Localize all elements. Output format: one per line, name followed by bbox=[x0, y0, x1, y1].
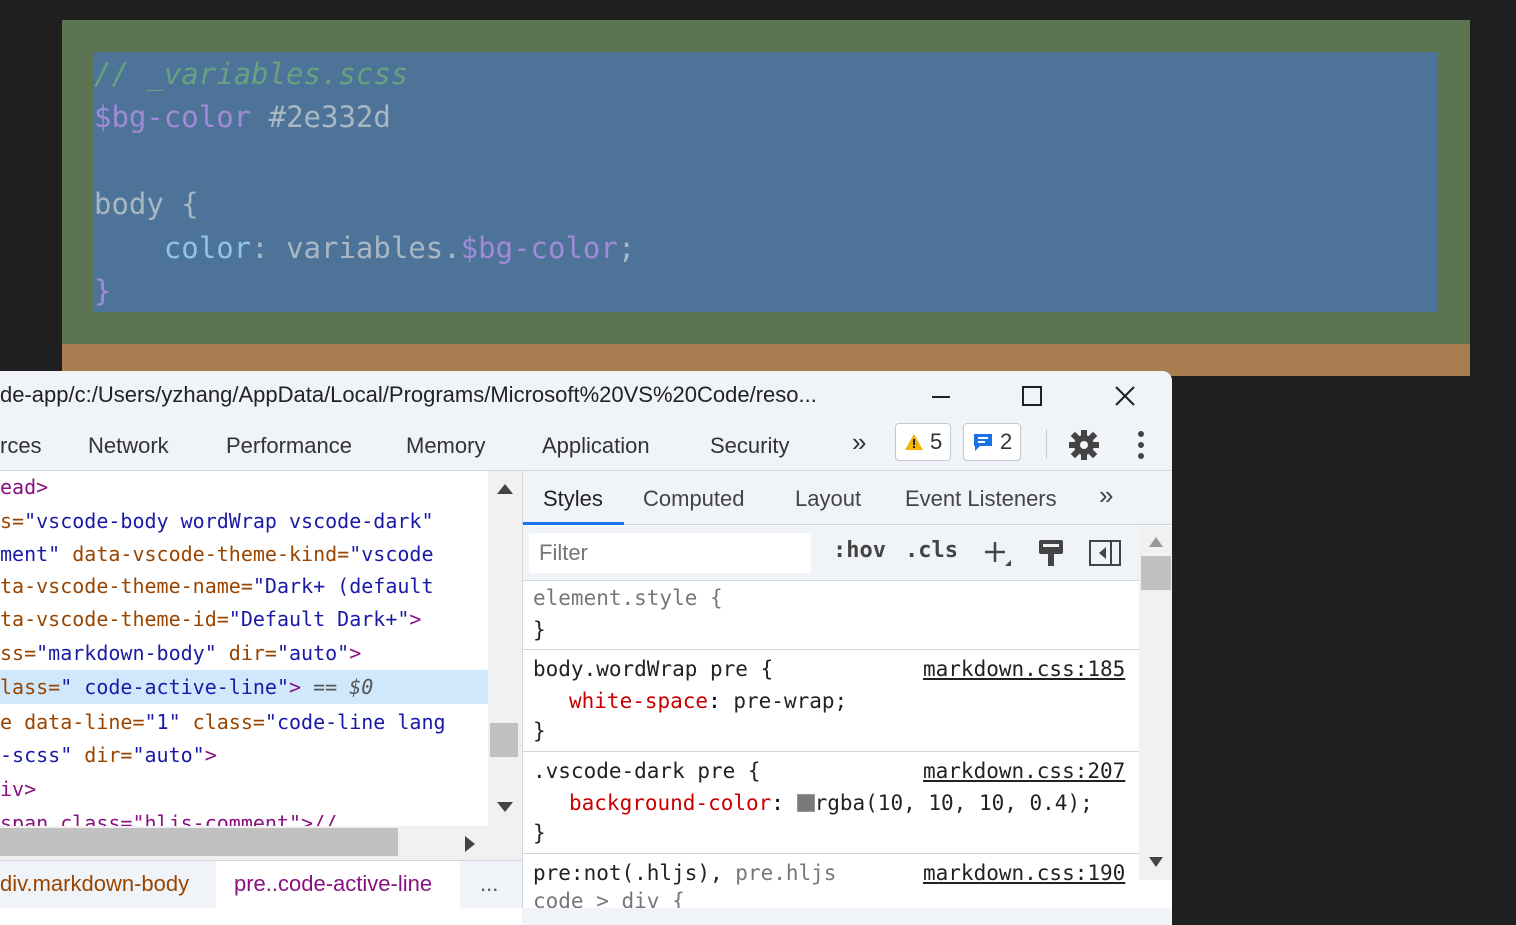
tab-memory[interactable]: Memory bbox=[406, 433, 485, 459]
dom-node-line-selected[interactable]: lass=" code-active-line"> == $0 bbox=[0, 671, 373, 704]
gear-icon bbox=[1069, 430, 1099, 460]
rule-element-style: element.style { } bbox=[523, 582, 1139, 650]
dom-node-line[interactable]: span class="hljs-comment">// bbox=[0, 807, 337, 827]
status-strip bbox=[522, 908, 1172, 925]
kebab-menu-icon bbox=[1138, 431, 1144, 459]
subtab-layout[interactable]: Layout bbox=[795, 486, 861, 512]
subtab-event-listeners[interactable]: Event Listeners bbox=[905, 486, 1057, 512]
title-bar: de-app/c:/Users/yzhang/AppData/Local/Pro… bbox=[0, 371, 1172, 421]
dom-node-line[interactable]: ta-vscode-theme-name="Dark+ (default bbox=[0, 570, 434, 603]
rule-close: } bbox=[533, 719, 546, 743]
scroll-down-icon[interactable] bbox=[496, 801, 514, 813]
scroll-corner bbox=[488, 826, 522, 860]
messages-badge[interactable]: 2 bbox=[963, 423, 1022, 461]
breadcrumb-overflow[interactable]: ... bbox=[480, 871, 498, 897]
rule-declaration[interactable]: white-space: pre-wrap; bbox=[569, 689, 847, 713]
rule-selector[interactable]: body.wordWrap pre { bbox=[533, 657, 773, 681]
more-options-button[interactable] bbox=[1126, 429, 1156, 466]
styles-subtab-bar: Styles Computed Layout Event Listeners » bbox=[523, 471, 1172, 525]
close-button[interactable] bbox=[1102, 379, 1148, 413]
breadcrumb-item-active[interactable]: pre..code-active-line bbox=[234, 871, 432, 897]
settings-button[interactable] bbox=[1068, 429, 1100, 466]
decl-semicolon: ; bbox=[617, 231, 636, 265]
devtools-window: de-app/c:/Users/yzhang/AppData/Local/Pro… bbox=[0, 371, 1172, 925]
class-toggle[interactable]: .cls bbox=[905, 538, 958, 563]
window-title: de-app/c:/Users/yzhang/AppData/Local/Pro… bbox=[0, 382, 817, 407]
styles-filter-input[interactable] bbox=[529, 533, 811, 573]
rule-declaration[interactable]: background-color: rgba(10, 10, 10, 0.4); bbox=[569, 791, 1093, 815]
scroll-thumb[interactable] bbox=[490, 723, 518, 757]
rule-close: } bbox=[533, 618, 546, 642]
styles-toolbar: :hov .cls bbox=[523, 526, 1139, 581]
tab-security[interactable]: Security bbox=[710, 433, 789, 459]
scroll-up-icon[interactable] bbox=[1148, 536, 1164, 548]
maximize-button[interactable] bbox=[1009, 379, 1055, 413]
styles-pane: Styles Computed Layout Event Listeners »… bbox=[522, 471, 1172, 925]
toggle-sidebar-icon[interactable] bbox=[1089, 540, 1121, 566]
minimize-button[interactable] bbox=[918, 379, 964, 413]
subtab-styles[interactable]: Styles bbox=[543, 486, 603, 512]
tab-sources[interactable]: rces bbox=[0, 433, 42, 459]
rule-source-link[interactable]: markdown.css:207 bbox=[923, 759, 1125, 783]
variable-name: $bg-color bbox=[94, 100, 252, 134]
dom-node-line[interactable]: ta-vscode-theme-id="Default Dark+"> bbox=[0, 603, 421, 636]
message-icon bbox=[974, 434, 992, 451]
decl-colon: : bbox=[251, 231, 269, 265]
more-subtabs-icon[interactable]: » bbox=[1099, 480, 1113, 511]
paint-brush-icon[interactable] bbox=[1037, 538, 1065, 568]
messages-count: 2 bbox=[1000, 429, 1013, 454]
code-declaration-line: color: variables.$bg-color; bbox=[94, 228, 635, 268]
scroll-down-icon[interactable] bbox=[1148, 856, 1164, 868]
active-subtab-indicator bbox=[523, 522, 624, 525]
dom-node-line[interactable]: e data-line="1" class="code-line lang bbox=[0, 706, 446, 739]
rule-selector[interactable]: .vscode-dark pre { bbox=[533, 759, 761, 783]
dom-node-line[interactable]: -scss" dir="auto"> bbox=[0, 739, 217, 772]
dom-node-line[interactable]: ment" data-vscode-theme-kind="vscode bbox=[0, 538, 434, 571]
scroll-up-icon[interactable] bbox=[496, 483, 514, 495]
rule-source-link[interactable]: markdown.css:185 bbox=[923, 657, 1125, 681]
more-tabs-icon[interactable]: » bbox=[852, 427, 866, 458]
code-comment-line: // _variables.scss bbox=[94, 57, 409, 91]
elements-horizontal-scrollbar[interactable] bbox=[0, 826, 488, 860]
hover-state-toggle[interactable]: :hov bbox=[833, 538, 886, 563]
subtab-computed[interactable]: Computed bbox=[643, 486, 745, 512]
minimize-icon bbox=[932, 396, 950, 398]
rule-close: } bbox=[533, 821, 546, 845]
warning-icon bbox=[905, 434, 923, 450]
rule-selector[interactable]: pre:not(.hljs), pre.hljs bbox=[533, 861, 836, 885]
close-icon bbox=[1115, 386, 1135, 406]
tab-performance[interactable]: Performance bbox=[226, 433, 352, 459]
tab-network[interactable]: Network bbox=[88, 433, 169, 459]
toolbar-divider bbox=[1046, 429, 1047, 459]
code-close-brace: } bbox=[94, 274, 112, 308]
breadcrumb-item[interactable]: div.markdown-body bbox=[0, 871, 189, 897]
dom-node-line[interactable]: ead> bbox=[0, 471, 48, 504]
color-swatch[interactable] bbox=[796, 794, 815, 812]
rule-selector[interactable]: element.style { bbox=[533, 586, 723, 610]
rule-source-link[interactable]: markdown.css:190 bbox=[923, 861, 1125, 885]
dom-node-line[interactable]: s="vscode-body wordWrap vscode-dark" bbox=[0, 505, 434, 538]
decl-namespace: variables. bbox=[286, 231, 461, 265]
scroll-right-icon[interactable] bbox=[464, 835, 476, 853]
tab-application[interactable]: Application bbox=[542, 433, 650, 459]
scroll-thumb[interactable] bbox=[1141, 556, 1171, 590]
rule-vscode-dark-pre: .vscode-dark pre { markdown.css:207 back… bbox=[523, 753, 1139, 854]
elements-vertical-scrollbar[interactable] bbox=[488, 471, 522, 826]
decl-prop: color bbox=[163, 231, 252, 265]
add-rule-icon[interactable] bbox=[983, 540, 1011, 568]
decl-var: $bg-color bbox=[460, 231, 618, 265]
warnings-count: 5 bbox=[930, 429, 943, 454]
maximize-icon bbox=[1022, 386, 1042, 406]
rule-body-wordwrap-pre: body.wordWrap pre { markdown.css:185 whi… bbox=[523, 651, 1139, 752]
code-body-open: body { bbox=[94, 187, 199, 221]
dom-node-line[interactable]: iv> bbox=[0, 773, 36, 806]
styles-vertical-scrollbar[interactable] bbox=[1139, 526, 1172, 880]
code-variable-line: $bg-color #2e332d bbox=[94, 97, 391, 137]
breadcrumb: div.markdown-body pre..code-active-line … bbox=[0, 860, 522, 908]
variable-value: #2e332d bbox=[268, 100, 391, 134]
dom-node-line[interactable]: ss="markdown-body" dir="auto"> bbox=[0, 637, 361, 670]
warnings-badge[interactable]: 5 bbox=[895, 423, 952, 461]
hscroll-thumb[interactable] bbox=[0, 828, 398, 856]
